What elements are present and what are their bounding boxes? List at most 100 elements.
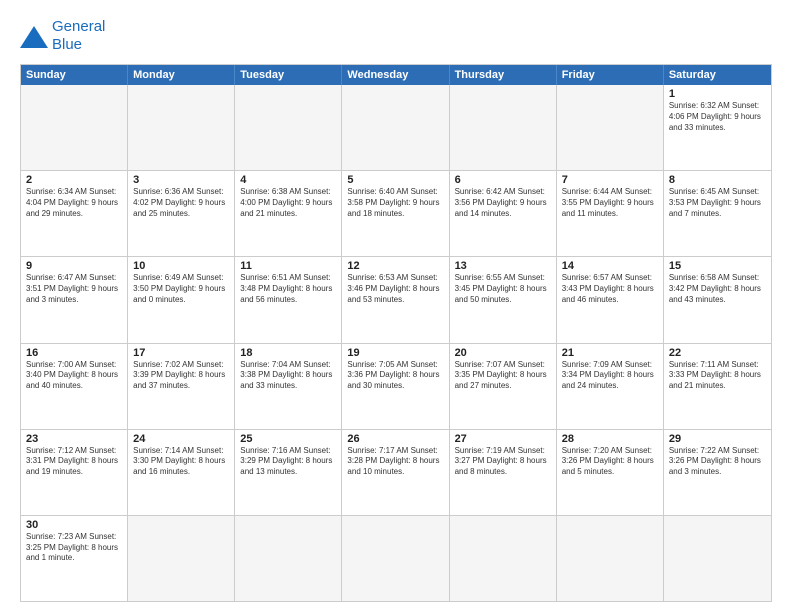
logo-general: General <box>52 18 105 35</box>
day-number: 27 <box>455 433 551 445</box>
logo-icon <box>20 26 48 48</box>
calendar-cell <box>235 85 342 170</box>
day-number: 19 <box>347 347 443 359</box>
day-info: Sunrise: 6:40 AM Sunset: 3:58 PM Dayligh… <box>347 187 443 219</box>
calendar-cell: 29Sunrise: 7:22 AM Sunset: 3:26 PM Dayli… <box>664 430 771 515</box>
day-info: Sunrise: 7:20 AM Sunset: 3:26 PM Dayligh… <box>562 446 658 478</box>
day-info: Sunrise: 6:34 AM Sunset: 4:04 PM Dayligh… <box>26 187 122 219</box>
calendar-cell <box>557 516 664 601</box>
day-number: 22 <box>669 347 766 359</box>
calendar-cell: 9Sunrise: 6:47 AM Sunset: 3:51 PM Daylig… <box>21 257 128 342</box>
day-number: 4 <box>240 174 336 186</box>
calendar-cell: 19Sunrise: 7:05 AM Sunset: 3:36 PM Dayli… <box>342 344 449 429</box>
calendar-week-1: 2Sunrise: 6:34 AM Sunset: 4:04 PM Daylig… <box>21 171 771 257</box>
calendar-cell <box>235 516 342 601</box>
day-info: Sunrise: 6:42 AM Sunset: 3:56 PM Dayligh… <box>455 187 551 219</box>
calendar-cell: 10Sunrise: 6:49 AM Sunset: 3:50 PM Dayli… <box>128 257 235 342</box>
day-number: 1 <box>669 88 766 100</box>
day-info: Sunrise: 7:00 AM Sunset: 3:40 PM Dayligh… <box>26 360 122 392</box>
calendar-cell: 14Sunrise: 6:57 AM Sunset: 3:43 PM Dayli… <box>557 257 664 342</box>
day-info: Sunrise: 6:45 AM Sunset: 3:53 PM Dayligh… <box>669 187 766 219</box>
calendar-grid: SundayMondayTuesdayWednesdayThursdayFrid… <box>20 64 772 602</box>
col-header-saturday: Saturday <box>664 65 771 85</box>
day-number: 24 <box>133 433 229 445</box>
calendar-cell: 17Sunrise: 7:02 AM Sunset: 3:39 PM Dayli… <box>128 344 235 429</box>
calendar-cell: 5Sunrise: 6:40 AM Sunset: 3:58 PM Daylig… <box>342 171 449 256</box>
day-info: Sunrise: 6:57 AM Sunset: 3:43 PM Dayligh… <box>562 273 658 305</box>
col-header-thursday: Thursday <box>450 65 557 85</box>
day-number: 16 <box>26 347 122 359</box>
calendar-cell: 26Sunrise: 7:17 AM Sunset: 3:28 PM Dayli… <box>342 430 449 515</box>
calendar-header-row: SundayMondayTuesdayWednesdayThursdayFrid… <box>21 65 771 85</box>
calendar-week-3: 16Sunrise: 7:00 AM Sunset: 3:40 PM Dayli… <box>21 344 771 430</box>
day-info: Sunrise: 7:22 AM Sunset: 3:26 PM Dayligh… <box>669 446 766 478</box>
day-number: 2 <box>26 174 122 186</box>
calendar-cell: 8Sunrise: 6:45 AM Sunset: 3:53 PM Daylig… <box>664 171 771 256</box>
day-info: Sunrise: 7:11 AM Sunset: 3:33 PM Dayligh… <box>669 360 766 392</box>
day-info: Sunrise: 7:04 AM Sunset: 3:38 PM Dayligh… <box>240 360 336 392</box>
logo-text: General Blue <box>52 18 105 54</box>
calendar-cell: 12Sunrise: 6:53 AM Sunset: 3:46 PM Dayli… <box>342 257 449 342</box>
day-info: Sunrise: 7:07 AM Sunset: 3:35 PM Dayligh… <box>455 360 551 392</box>
col-header-friday: Friday <box>557 65 664 85</box>
calendar-cell: 23Sunrise: 7:12 AM Sunset: 3:31 PM Dayli… <box>21 430 128 515</box>
calendar-cell <box>21 85 128 170</box>
day-number: 12 <box>347 260 443 272</box>
logo: General Blue <box>20 18 105 54</box>
calendar-cell: 20Sunrise: 7:07 AM Sunset: 3:35 PM Dayli… <box>450 344 557 429</box>
day-number: 28 <box>562 433 658 445</box>
calendar-cell: 11Sunrise: 6:51 AM Sunset: 3:48 PM Dayli… <box>235 257 342 342</box>
day-info: Sunrise: 7:19 AM Sunset: 3:27 PM Dayligh… <box>455 446 551 478</box>
calendar-cell: 1Sunrise: 6:32 AM Sunset: 4:06 PM Daylig… <box>664 85 771 170</box>
calendar-week-4: 23Sunrise: 7:12 AM Sunset: 3:31 PM Dayli… <box>21 430 771 516</box>
day-info: Sunrise: 7:02 AM Sunset: 3:39 PM Dayligh… <box>133 360 229 392</box>
day-number: 5 <box>347 174 443 186</box>
calendar-cell: 22Sunrise: 7:11 AM Sunset: 3:33 PM Dayli… <box>664 344 771 429</box>
logo-blue: Blue <box>52 36 82 53</box>
calendar-cell <box>128 85 235 170</box>
day-number: 7 <box>562 174 658 186</box>
day-info: Sunrise: 7:12 AM Sunset: 3:31 PM Dayligh… <box>26 446 122 478</box>
calendar-cell: 28Sunrise: 7:20 AM Sunset: 3:26 PM Dayli… <box>557 430 664 515</box>
calendar-week-5: 30Sunrise: 7:23 AM Sunset: 3:25 PM Dayli… <box>21 516 771 601</box>
calendar-cell: 30Sunrise: 7:23 AM Sunset: 3:25 PM Dayli… <box>21 516 128 601</box>
day-info: Sunrise: 7:14 AM Sunset: 3:30 PM Dayligh… <box>133 446 229 478</box>
calendar-cell: 24Sunrise: 7:14 AM Sunset: 3:30 PM Dayli… <box>128 430 235 515</box>
calendar-cell <box>450 516 557 601</box>
calendar-cell <box>342 516 449 601</box>
day-info: Sunrise: 6:51 AM Sunset: 3:48 PM Dayligh… <box>240 273 336 305</box>
calendar-week-0: 1Sunrise: 6:32 AM Sunset: 4:06 PM Daylig… <box>21 85 771 171</box>
day-info: Sunrise: 7:23 AM Sunset: 3:25 PM Dayligh… <box>26 532 122 564</box>
calendar-cell: 3Sunrise: 6:36 AM Sunset: 4:02 PM Daylig… <box>128 171 235 256</box>
day-number: 10 <box>133 260 229 272</box>
day-info: Sunrise: 6:58 AM Sunset: 3:42 PM Dayligh… <box>669 273 766 305</box>
day-number: 14 <box>562 260 658 272</box>
day-number: 3 <box>133 174 229 186</box>
col-header-tuesday: Tuesday <box>235 65 342 85</box>
day-number: 25 <box>240 433 336 445</box>
col-header-wednesday: Wednesday <box>342 65 449 85</box>
calendar-cell: 6Sunrise: 6:42 AM Sunset: 3:56 PM Daylig… <box>450 171 557 256</box>
day-info: Sunrise: 7:09 AM Sunset: 3:34 PM Dayligh… <box>562 360 658 392</box>
calendar-cell: 18Sunrise: 7:04 AM Sunset: 3:38 PM Dayli… <box>235 344 342 429</box>
day-number: 30 <box>26 519 122 531</box>
col-header-monday: Monday <box>128 65 235 85</box>
calendar-cell: 2Sunrise: 6:34 AM Sunset: 4:04 PM Daylig… <box>21 171 128 256</box>
calendar-cell: 4Sunrise: 6:38 AM Sunset: 4:00 PM Daylig… <box>235 171 342 256</box>
day-number: 17 <box>133 347 229 359</box>
day-number: 15 <box>669 260 766 272</box>
day-info: Sunrise: 6:49 AM Sunset: 3:50 PM Dayligh… <box>133 273 229 305</box>
day-info: Sunrise: 6:53 AM Sunset: 3:46 PM Dayligh… <box>347 273 443 305</box>
day-info: Sunrise: 6:38 AM Sunset: 4:00 PM Dayligh… <box>240 187 336 219</box>
day-number: 26 <box>347 433 443 445</box>
day-number: 11 <box>240 260 336 272</box>
calendar-page: General Blue SundayMondayTuesdayWednesda… <box>0 0 792 612</box>
calendar-cell <box>342 85 449 170</box>
day-info: Sunrise: 7:17 AM Sunset: 3:28 PM Dayligh… <box>347 446 443 478</box>
calendar-cell: 16Sunrise: 7:00 AM Sunset: 3:40 PM Dayli… <box>21 344 128 429</box>
calendar-week-2: 9Sunrise: 6:47 AM Sunset: 3:51 PM Daylig… <box>21 257 771 343</box>
day-number: 8 <box>669 174 766 186</box>
day-info: Sunrise: 6:36 AM Sunset: 4:02 PM Dayligh… <box>133 187 229 219</box>
day-number: 23 <box>26 433 122 445</box>
calendar-cell <box>557 85 664 170</box>
